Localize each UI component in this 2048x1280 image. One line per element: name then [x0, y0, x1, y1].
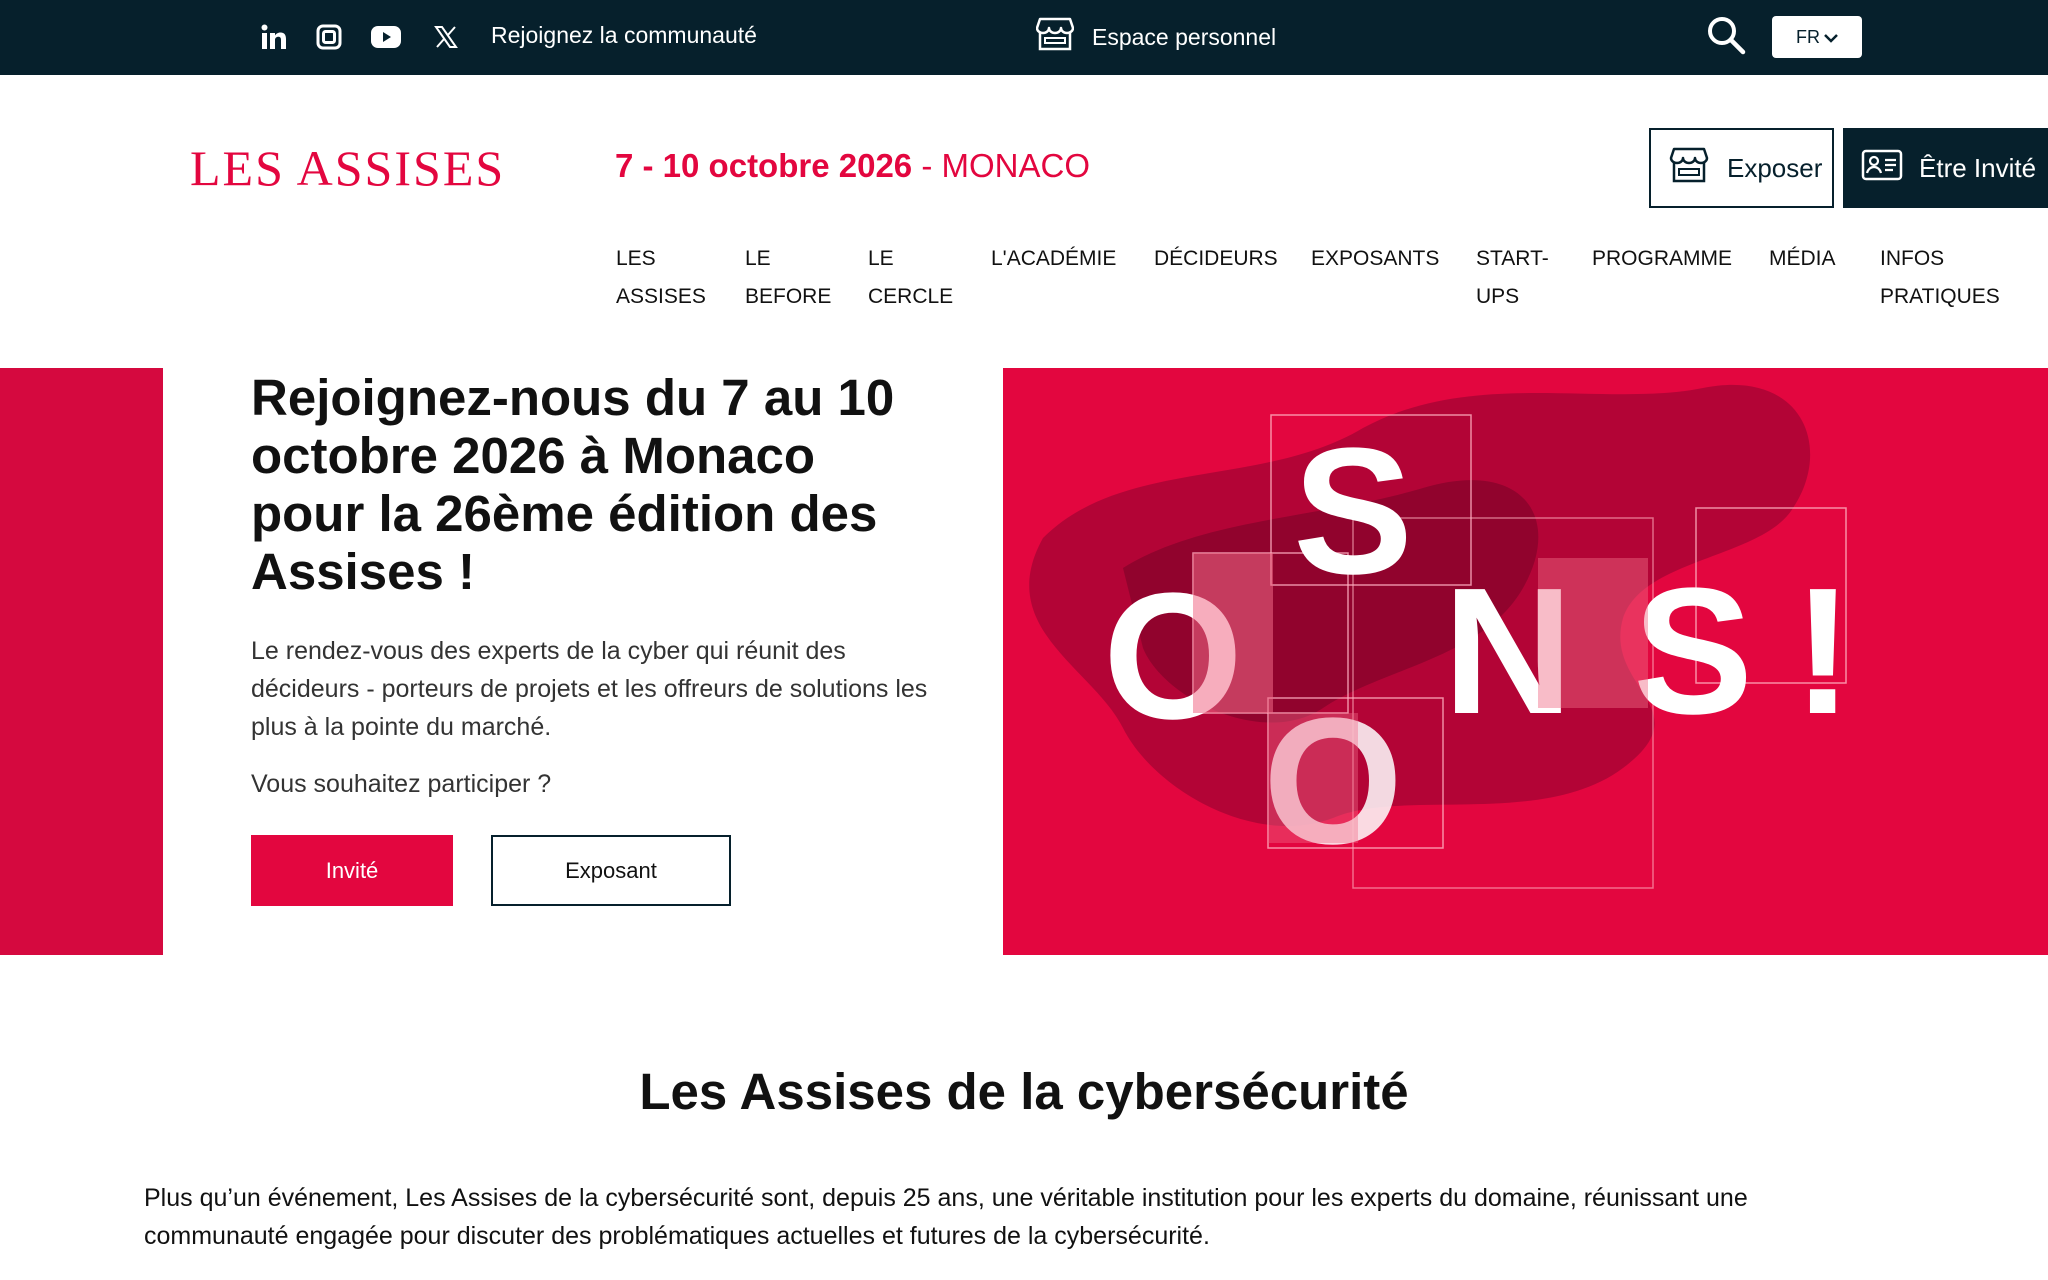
nav-item-exposants[interactable]: EXPOSANTS: [1311, 240, 1439, 278]
nav-item-les-assises[interactable]: LES ASSISES: [616, 240, 706, 316]
espace-personnel-link[interactable]: Espace personnel: [1035, 14, 1277, 60]
youtube-icon[interactable]: [369, 20, 403, 54]
nav-item-decideurs[interactable]: DÉCIDEURS: [1154, 240, 1278, 278]
nav-item-media[interactable]: MÉDIA: [1769, 240, 1836, 278]
id-card-icon: [1861, 149, 1903, 188]
exposer-label: Exposer: [1727, 152, 1823, 183]
invite-button[interactable]: Invité: [251, 835, 453, 906]
search-icon[interactable]: [1706, 15, 1746, 55]
hero-title: Rejoignez-nous du 7 au 10 octobre 2026 à…: [251, 369, 895, 600]
hero-question: Vous souhaitez participer ?: [251, 770, 552, 798]
site-logo[interactable]: LES ASSISES: [190, 140, 505, 196]
hero-image: S O O N S !: [1003, 368, 2048, 955]
nav-item-infos-pratiques[interactable]: INFOS PRATIQUES: [1880, 240, 2000, 316]
linkedin-icon[interactable]: [257, 20, 291, 54]
event-location: - MONACO: [912, 147, 1090, 184]
letter-exclamation: !: [1793, 551, 1853, 752]
exposer-button[interactable]: Exposer: [1649, 128, 1834, 208]
chevron-down-icon: [1824, 27, 1838, 48]
nav-item-start-ups[interactable]: START- UPS: [1476, 240, 1549, 316]
hero-description: Le rendez-vous des experts de la cyber q…: [251, 637, 928, 741]
top-bar: Rejoignez la communauté Espace personnel…: [0, 0, 2048, 75]
nav-item-le-cercle[interactable]: LE CERCLE: [868, 240, 953, 316]
letter-s-top: S: [1293, 411, 1413, 612]
hero-accent-bar: [0, 368, 163, 955]
event-date: 7 - 10 octobre 2026 - MONACO: [615, 146, 1090, 186]
etre-invite-button[interactable]: Être Invité: [1843, 128, 2048, 208]
instagram-icon[interactable]: [312, 20, 346, 54]
nav-item-academie[interactable]: L'ACADÉMIE: [991, 240, 1116, 278]
community-link[interactable]: Rejoignez la communauté: [491, 22, 757, 49]
x-icon[interactable]: [429, 20, 463, 54]
section-title: Les Assises de la cybersécurité: [639, 1063, 1409, 1120]
nav-item-le-before[interactable]: LE BEFORE: [745, 240, 831, 316]
language-value: FR: [1796, 26, 1820, 47]
etre-invite-label: Être Invité: [1919, 152, 2037, 183]
store-icon: [1035, 16, 1075, 58]
event-date-range: 7 - 10 octobre 2026: [615, 147, 913, 184]
nav-item-programme[interactable]: PROGRAMME: [1592, 240, 1732, 278]
store-icon: [1669, 145, 1709, 192]
section-body: Plus qu’un événement, Les Assises de la …: [144, 1184, 1748, 1250]
espace-label: Espace personnel: [1092, 23, 1277, 50]
language-select[interactable]: FR: [1772, 16, 1862, 58]
letter-s-right: S: [1633, 551, 1753, 752]
exposant-button[interactable]: Exposant: [491, 835, 731, 906]
